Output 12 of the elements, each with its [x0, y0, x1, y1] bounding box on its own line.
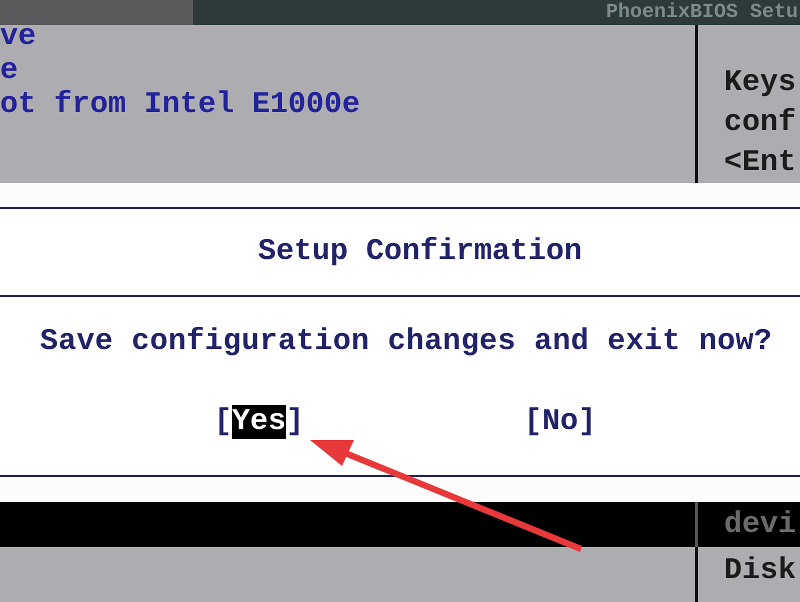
highlighted-row[interactable]: [0, 502, 695, 547]
dialog-option[interactable]: [No]: [524, 405, 596, 439]
help-text: conf: [724, 105, 798, 142]
dialog-title: Setup Confirmation: [258, 235, 582, 269]
help-text: Keys: [724, 65, 798, 102]
menu-item[interactable]: ot from Intel E1000e: [0, 83, 695, 127]
header-title: PhoenixBIOS Setu: [606, 1, 799, 24]
menu-item[interactable]: ve: [0, 25, 695, 59]
help-text: Disk: [724, 554, 796, 588]
help-text: <Ent: [724, 145, 798, 182]
help-text: devi: [724, 508, 796, 542]
dialog-message: Save configuration changes and exit now?: [40, 325, 774, 359]
